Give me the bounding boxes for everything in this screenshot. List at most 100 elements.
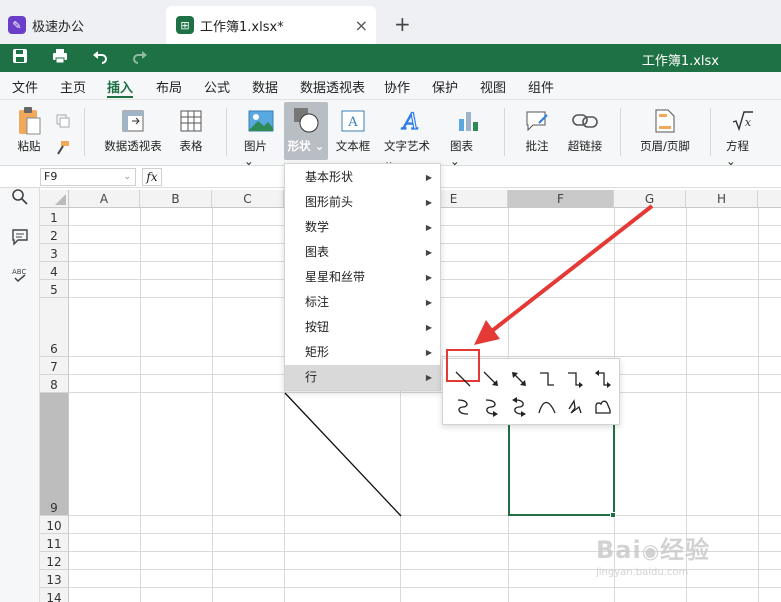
menu-pivot-table[interactable]: 数据透视表 xyxy=(300,77,365,96)
row-header-11[interactable]: 11 xyxy=(40,534,69,552)
double-arrow-line-icon[interactable] xyxy=(506,366,532,392)
menu-home[interactable]: 主页 xyxy=(60,77,86,96)
copy-icon[interactable] xyxy=(56,114,70,128)
menu-collaborate[interactable]: 协作 xyxy=(384,77,410,96)
save-icon[interactable] xyxy=(12,48,28,64)
row-header-3[interactable]: 3 xyxy=(40,244,69,262)
row-header-8[interactable]: 8 xyxy=(40,375,69,393)
submenu-arrow-icon: ▶ xyxy=(425,223,432,232)
print-icon[interactable] xyxy=(52,48,68,64)
dropdown-item-callouts[interactable]: 标注 ▶ xyxy=(285,290,440,315)
separator xyxy=(504,108,505,156)
arrow-line-icon[interactable] xyxy=(478,366,504,392)
name-box[interactable]: F9 ⌄ xyxy=(40,168,136,186)
dropdown-item-rectangles[interactable]: 矩形 ▶ xyxy=(285,340,440,365)
select-all-corner[interactable] xyxy=(40,190,69,208)
column-header-b[interactable]: B xyxy=(140,190,212,208)
hyperlink-button[interactable]: 超链接 xyxy=(566,104,604,154)
arc-icon[interactable] xyxy=(534,394,560,420)
fill-handle[interactable] xyxy=(610,512,616,518)
format-painter-icon[interactable] xyxy=(54,140,70,156)
shape-icon xyxy=(294,108,319,133)
new-tab-icon[interactable]: + xyxy=(394,12,411,36)
picture-button[interactable]: 图片 ⌄ xyxy=(244,104,278,168)
document-title: 工作簿1.xlsx xyxy=(641,54,719,69)
close-icon[interactable]: × xyxy=(355,16,368,35)
undo-icon[interactable] xyxy=(92,48,108,64)
column-header-c[interactable]: C xyxy=(212,190,284,208)
hyperlink-label: 超链接 xyxy=(567,139,603,153)
dropdown-item-arrows[interactable]: 图形前头 ▶ xyxy=(285,190,440,215)
row-header-4[interactable]: 4 xyxy=(40,262,69,280)
wordart-button[interactable]: A 文字艺术 ⌄ xyxy=(384,104,438,168)
paste-button[interactable]: 粘贴 xyxy=(12,104,46,154)
header-footer-button[interactable]: 页眉/页脚 xyxy=(638,104,692,154)
scribble-icon[interactable] xyxy=(590,394,616,420)
elbow-arrow-connector-icon[interactable] xyxy=(562,366,588,392)
dropdown-item-stars-ribbons[interactable]: 星星和丝带 ▶ xyxy=(285,265,440,290)
menu-insert[interactable]: 插入 xyxy=(107,77,133,96)
menu-formula[interactable]: 公式 xyxy=(204,77,230,96)
header-footer-icon xyxy=(655,109,675,133)
row-header-5[interactable]: 5 xyxy=(40,280,69,298)
chart-button[interactable]: 图表 ⌄ xyxy=(450,104,486,168)
shape-dropdown-menu: 基本形状 ▶ 图形前头 ▶ 数学 ▶ 图表 ▶ 星星和丝带 ▶ 标注 ▶ 按钮 ▶ 矩形 ▶ 行… xyxy=(284,163,441,391)
submenu-arrow-icon: ▶ xyxy=(425,273,432,282)
dropdown-item-buttons[interactable]: 按钮 ▶ xyxy=(285,315,440,340)
row-header-14[interactable]: 14 xyxy=(40,588,69,602)
tab-app-label: 极速办公 xyxy=(32,19,85,35)
equation-button[interactable]: x 方程 ⌄ xyxy=(726,104,760,168)
fx-icon[interactable]: fx xyxy=(142,168,162,186)
elbow-connector-icon[interactable] xyxy=(534,366,560,392)
menu-components[interactable]: 组件 xyxy=(528,77,554,96)
menu-layout[interactable]: 布局 xyxy=(156,77,182,96)
table-button[interactable]: 表格 xyxy=(176,104,206,154)
comment-list-icon[interactable] xyxy=(11,228,29,246)
submenu-arrow-icon: ▶ xyxy=(425,198,432,207)
dropdown-item-math[interactable]: 数学 ▶ xyxy=(285,215,440,240)
line-icon[interactable] xyxy=(450,366,476,392)
svg-text:A: A xyxy=(347,115,358,130)
submenu-arrow-icon: ▶ xyxy=(425,248,432,257)
curved-double-arrow-connector-icon[interactable] xyxy=(506,394,532,420)
grid-line xyxy=(69,392,781,393)
tab-app[interactable]: ✎ 极速办公 xyxy=(8,6,158,44)
shape-button[interactable]: 形状 ⌄ xyxy=(284,102,328,160)
dropdown-item-lines[interactable]: 行 ▶ xyxy=(285,365,440,390)
row-header-1[interactable]: 1 xyxy=(40,208,69,226)
tab-document-label: 工作簿1.xlsx* xyxy=(200,19,284,35)
redo-icon[interactable] xyxy=(132,48,148,64)
submenu-arrow-icon: ▶ xyxy=(425,373,432,382)
menu-data[interactable]: 数据 xyxy=(252,77,278,96)
row-header-12[interactable]: 12 xyxy=(40,552,69,570)
row-header-6[interactable]: 6 xyxy=(40,298,69,357)
column-header-partial[interactable] xyxy=(758,190,781,208)
dropdown-item-basic-shapes[interactable]: 基本形状 ▶ xyxy=(285,165,440,190)
grid-line xyxy=(212,208,213,602)
comment-button[interactable]: 批注 xyxy=(522,104,552,154)
textbox-button[interactable]: A 文本框 xyxy=(334,104,372,154)
row-header-9[interactable]: 9 xyxy=(40,393,69,516)
left-rail: ABC xyxy=(0,188,40,602)
row-header-2[interactable]: 2 xyxy=(40,226,69,244)
freeform-icon[interactable] xyxy=(562,394,588,420)
dropdown-item-charts[interactable]: 图表 ▶ xyxy=(285,240,440,265)
curved-arrow-connector-icon[interactable] xyxy=(478,394,504,420)
separator xyxy=(84,108,85,156)
search-icon[interactable] xyxy=(11,188,29,206)
corner-triangle-icon xyxy=(55,194,66,205)
row-header-13[interactable]: 13 xyxy=(40,570,69,588)
curved-connector-icon[interactable] xyxy=(450,394,476,420)
menu-view[interactable]: 视图 xyxy=(480,77,506,96)
tab-document[interactable]: ⊞ 工作簿1.xlsx* × xyxy=(166,6,376,44)
column-header-h[interactable]: H xyxy=(686,190,758,208)
pivot-table-button[interactable]: 数据透视表 xyxy=(102,104,164,154)
elbow-double-arrow-connector-icon[interactable] xyxy=(590,366,616,392)
menu-protect[interactable]: 保护 xyxy=(432,77,458,96)
row-header-7[interactable]: 7 xyxy=(40,357,69,375)
menu-file[interactable]: 文件 xyxy=(12,77,38,96)
column-header-a[interactable]: A xyxy=(69,190,140,208)
spellcheck-icon[interactable]: ABC xyxy=(11,266,29,284)
diagonal-line-shape[interactable] xyxy=(284,392,402,518)
row-header-10[interactable]: 10 xyxy=(40,516,69,534)
